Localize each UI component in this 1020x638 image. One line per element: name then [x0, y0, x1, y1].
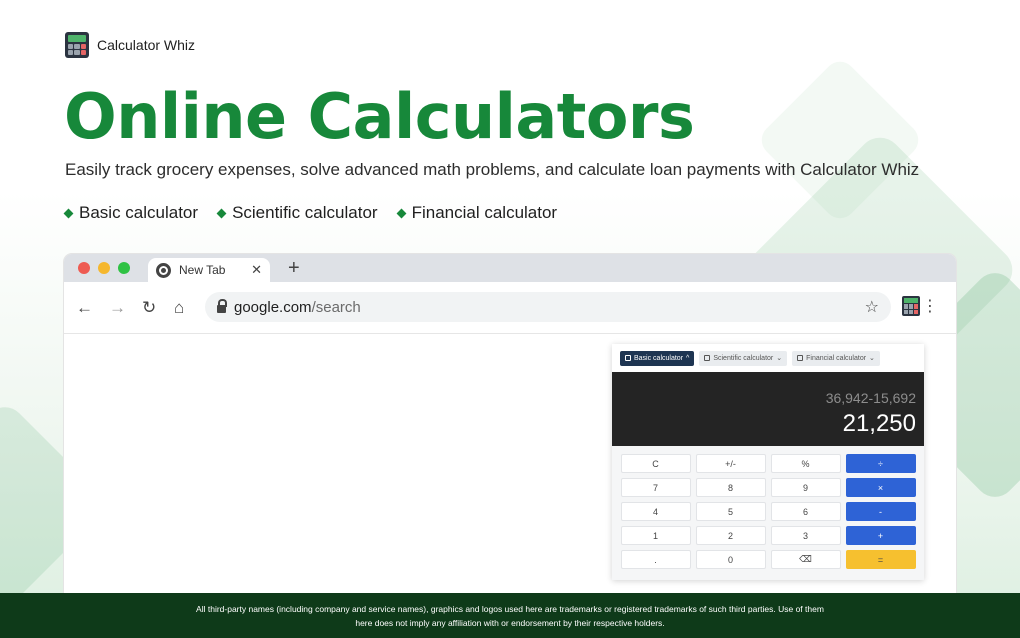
close-tab-icon[interactable]: ✕ [251, 262, 262, 278]
key-9[interactable]: 9 [770, 478, 841, 497]
key-percent[interactable]: % [770, 454, 841, 473]
key-plus-minus[interactable]: +/- [695, 454, 766, 473]
brand: Calculator Whiz [65, 32, 195, 58]
back-arrow-icon[interactable]: ← [76, 298, 93, 318]
tab-basic-calculator[interactable]: Basic calculator ^ [620, 350, 695, 366]
calculator-mode-icon [625, 355, 631, 361]
result-text: 21,250 [842, 410, 916, 437]
key-divide[interactable]: ÷ [845, 454, 916, 473]
calculator-mode-icon [704, 355, 711, 361]
minimize-window-button[interactable] [98, 262, 110, 274]
diamond-bullet-icon [396, 208, 407, 218]
tab-financial-calculator[interactable]: Financial calculator ⌄ [792, 350, 880, 366]
key-7[interactable]: 7 [620, 478, 691, 497]
disclaimer-line: All third-party names (including company… [196, 603, 824, 614]
browser-menu-icon[interactable]: ⋮ [922, 297, 938, 317]
browser-tab[interactable]: New Tab ✕ [148, 258, 270, 282]
maximize-window-button[interactable] [118, 262, 130, 274]
key-1[interactable]: 1 [620, 526, 691, 545]
key-decimal[interactable]: . [620, 550, 691, 569]
new-tab-button[interactable]: + [288, 257, 300, 280]
url-text[interactable]: google.com/search [234, 299, 361, 316]
chevron-up-icon: ^ [686, 354, 690, 362]
feature-item: Basic calculator [63, 203, 199, 223]
close-window-button[interactable] [78, 262, 90, 274]
disclaimer-line: here does not imply any affiliation with… [355, 617, 665, 628]
calculator-display: 36,942-15,692 21,250 [612, 372, 924, 446]
brand-name: Calculator Whiz [97, 37, 196, 53]
chevron-down-icon: ⌄ [869, 355, 875, 362]
calculator-mode-icon [797, 355, 804, 361]
feature-label: Scientific calculator [232, 203, 378, 222]
calculator-extension-icon[interactable] [902, 296, 920, 316]
diamond-bullet-icon [63, 208, 74, 218]
calculator-keypad: C +/- % ÷ 7 8 9 × 4 5 6 - 1 2 3 + . 0 ⌫ … [612, 446, 924, 577]
browser-window: New Tab ✕ + ← → ↻ ⌂ google.com/search ☆ … [64, 254, 956, 594]
reload-icon[interactable]: ↻ [142, 298, 156, 318]
address-bar[interactable]: google.com/search ☆ [205, 292, 891, 322]
key-0[interactable]: 0 [695, 550, 766, 569]
feature-item: Scientific calculator [216, 203, 378, 223]
key-6[interactable]: 6 [770, 502, 841, 521]
backspace-icon[interactable]: ⌫ [770, 550, 841, 569]
lock-icon[interactable] [217, 299, 227, 313]
page-title: Online Calculators [64, 80, 695, 153]
browser-toolbar: ← → ↻ ⌂ google.com/search ☆ ⋮ [64, 282, 956, 334]
feature-label: Basic calculator [79, 203, 199, 222]
key-3[interactable]: 3 [770, 526, 841, 545]
key-equals[interactable]: = [845, 550, 916, 569]
calculator-popup: Basic calculator ^ Scientific calculator… [612, 344, 924, 580]
disclaimer-footer: All third-party names (including company… [0, 593, 1020, 638]
tab-strip: New Tab ✕ + [64, 254, 956, 282]
key-4[interactable]: 4 [620, 502, 691, 521]
window-controls [78, 262, 130, 274]
mode-tabs: Basic calculator ^ Scientific calculator… [612, 344, 924, 372]
key-8[interactable]: 8 [695, 478, 766, 497]
chevron-down-icon: ⌄ [776, 355, 783, 362]
bookmark-star-icon[interactable]: ☆ [865, 297, 879, 317]
feature-item: Financial calculator [396, 203, 558, 223]
key-5[interactable]: 5 [695, 502, 766, 521]
calculator-logo-icon [65, 32, 89, 58]
tab-scientific-calculator[interactable]: Scientific calculator ⌄ [699, 350, 788, 366]
chrome-icon [156, 262, 171, 278]
key-2[interactable]: 2 [695, 526, 766, 545]
forward-arrow-icon[interactable]: → [109, 298, 126, 318]
feature-list: Basic calculator Scientific calculator F… [63, 203, 558, 223]
feature-label: Financial calculator [411, 203, 558, 222]
home-icon[interactable]: ⌂ [174, 298, 184, 318]
key-subtract[interactable]: - [845, 502, 916, 521]
key-multiply[interactable]: × [845, 478, 916, 497]
page-subtitle: Easily track grocery expenses, solve adv… [65, 160, 920, 179]
tab-title: New Tab [179, 263, 226, 277]
expression-text: 36,942-15,692 [825, 390, 916, 406]
key-add[interactable]: + [845, 526, 916, 545]
diamond-bullet-icon [216, 208, 227, 218]
key-clear[interactable]: C [620, 454, 691, 473]
